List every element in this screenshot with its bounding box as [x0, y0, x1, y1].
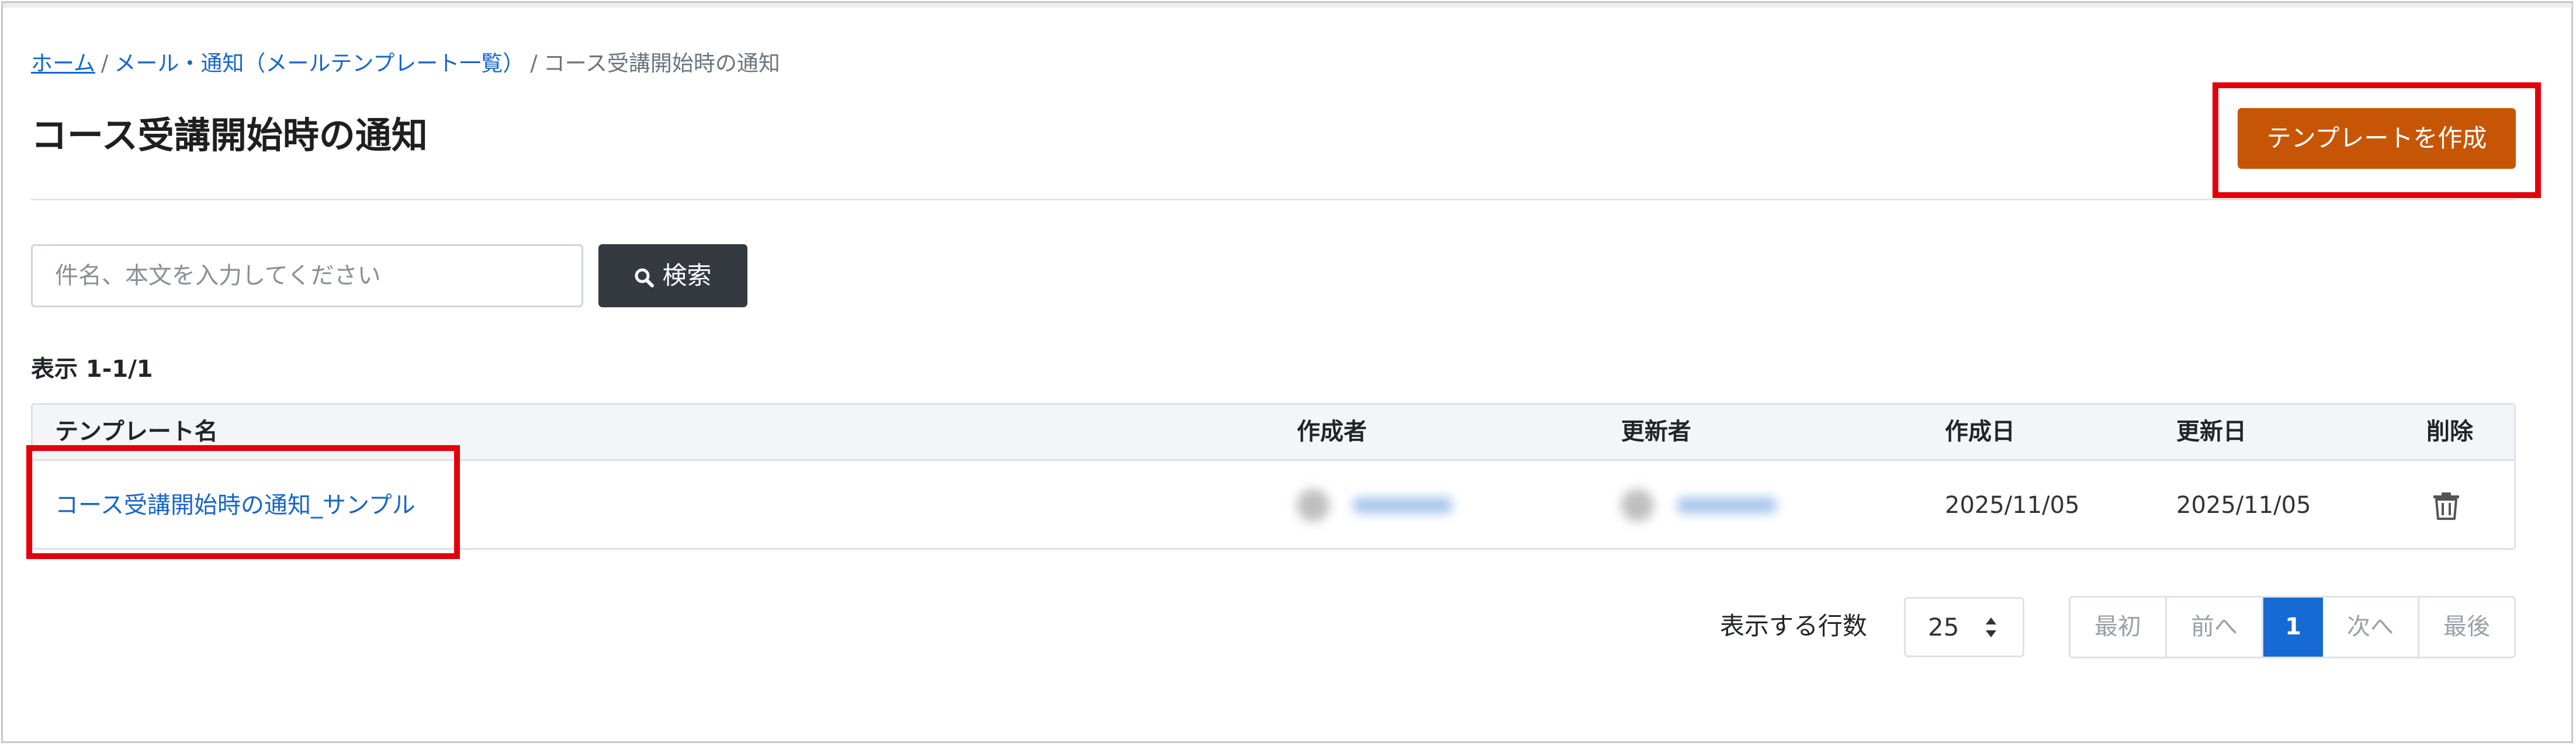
- trash-icon: [2433, 492, 2459, 520]
- page-last-button[interactable]: 最後: [2419, 598, 2514, 657]
- column-header-created-date: 作成日: [1945, 418, 2015, 445]
- column-header-updater: 更新者: [1621, 418, 1691, 445]
- page-next-button[interactable]: 次へ: [2323, 598, 2419, 657]
- pagination: 最初 前へ 1 次へ 最後: [2069, 596, 2516, 658]
- search-icon: [635, 268, 655, 287]
- rows-per-page-value: 25: [1928, 613, 1959, 641]
- updater-name-blurred: [1677, 497, 1777, 513]
- column-header-updated-date: 更新日: [2176, 418, 2246, 445]
- created-date-cell: 2025/11/05: [1945, 492, 2080, 519]
- rows-per-page-select[interactable]: 25: [1904, 597, 2024, 657]
- page-title: コース受講開始時の通知: [31, 114, 428, 157]
- breadcrumb-separator: /: [101, 51, 109, 76]
- result-count: 表示 1-1/1: [31, 356, 153, 383]
- updater-user-blurred: [1621, 489, 1791, 522]
- page-prev-button[interactable]: 前へ: [2167, 598, 2263, 657]
- column-header-creator: 作成者: [1297, 418, 1367, 445]
- search-button-label: 検索: [662, 261, 712, 290]
- top-strip: [3, 3, 2572, 8]
- table-header: テンプレート名 作成者 更新者 作成日 更新日 削除: [33, 405, 2514, 461]
- column-header-template-name: テンプレート名: [55, 418, 218, 445]
- updated-date-cell: 2025/11/05: [2176, 492, 2311, 519]
- column-header-delete: 削除: [2426, 418, 2473, 445]
- breadcrumb-template-list-link[interactable]: メール・通知（メールテンプレート一覧）: [114, 51, 524, 76]
- sort-arrows-icon: [1986, 617, 1996, 637]
- page-first-button[interactable]: 最初: [2071, 598, 2167, 657]
- page-current-button[interactable]: 1: [2263, 598, 2323, 657]
- table-row: コース受講開始時の通知_サンプル 2025/11/05 2025/11/05: [33, 461, 2514, 548]
- template-name-link[interactable]: コース受講開始時の通知_サンプル: [55, 492, 416, 519]
- create-template-button[interactable]: テンプレートを作成: [2238, 108, 2516, 169]
- breadcrumb-current: コース受講開始時の通知: [543, 51, 780, 76]
- breadcrumb-home-link[interactable]: ホーム: [31, 51, 95, 76]
- avatar: [1621, 489, 1654, 522]
- template-name-cell: コース受講開始時の通知_サンプル: [55, 461, 416, 548]
- breadcrumb: ホーム / メール・通知（メールテンプレート一覧） / コース受講開始時の通知: [31, 49, 780, 78]
- rows-per-page-label: 表示する行数: [1720, 612, 1868, 640]
- template-table: テンプレート名 作成者 更新者 作成日 更新日 削除 コース受講開始時の通知_サ…: [31, 403, 2516, 550]
- breadcrumb-separator: /: [530, 51, 538, 76]
- divider: [31, 199, 2516, 200]
- avatar: [1297, 489, 1329, 522]
- search-input[interactable]: [31, 244, 583, 307]
- creator-name-blurred: [1353, 497, 1452, 513]
- creator-user-blurred: [1297, 489, 1466, 522]
- delete-button[interactable]: [2433, 492, 2460, 520]
- search-button[interactable]: 検索: [598, 244, 747, 307]
